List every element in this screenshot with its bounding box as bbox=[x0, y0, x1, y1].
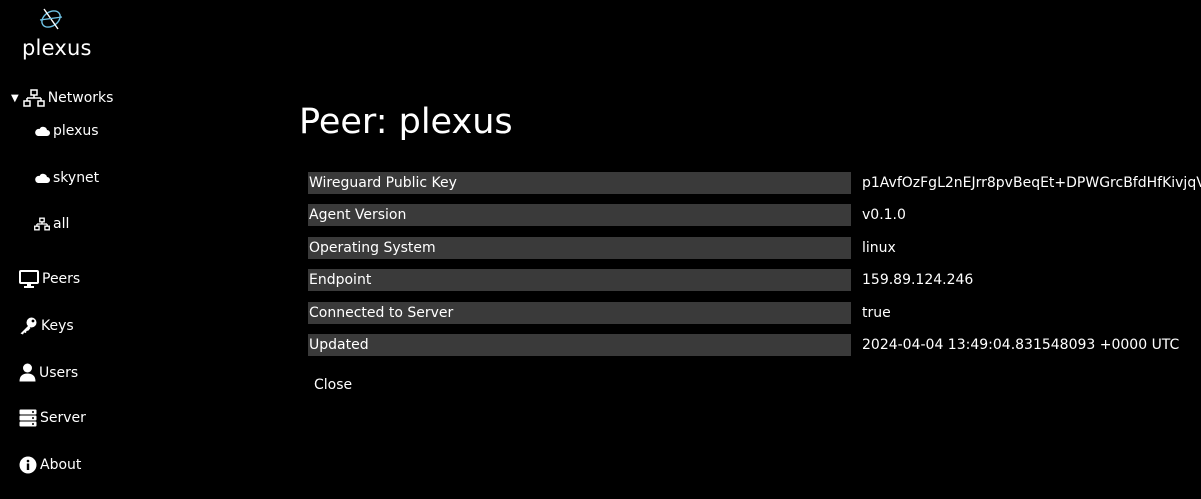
detail-label: Operating System bbox=[308, 237, 851, 259]
detail-label: Updated bbox=[308, 334, 851, 356]
sidebar-item-keys[interactable]: Keys bbox=[19, 316, 74, 335]
network-item-label: all bbox=[53, 216, 70, 232]
detail-label: Wireguard Public Key bbox=[308, 172, 851, 194]
page-title: Peer: plexus bbox=[299, 102, 513, 142]
network-item-skynet[interactable]: skynet bbox=[34, 170, 99, 186]
sidebar-item-server[interactable]: Server bbox=[19, 409, 86, 427]
network-item-plexus[interactable]: plexus bbox=[34, 123, 99, 139]
info-icon bbox=[19, 456, 37, 474]
sidebar-item-about[interactable]: About bbox=[19, 456, 81, 474]
network-icon bbox=[34, 217, 50, 231]
logo[interactable]: plexus bbox=[20, 4, 91, 60]
network-item-all[interactable]: all bbox=[34, 216, 69, 232]
detail-label: Agent Version bbox=[308, 204, 851, 226]
detail-value: 159.89.124.246 bbox=[862, 272, 974, 288]
detail-value: v0.1.0 bbox=[862, 207, 906, 223]
sidebar-item-label: Server bbox=[40, 410, 86, 426]
detail-value: p1AvfOzFgL2nEJrr8pvBeqEt+DPWGrcBfdHfKivj… bbox=[862, 175, 1201, 191]
close-button[interactable]: Close bbox=[308, 374, 358, 396]
network-item-label: plexus bbox=[53, 123, 99, 139]
server-icon bbox=[19, 409, 37, 427]
sidebar: plexus ▼ Networks plexus skynet all Peer… bbox=[0, 0, 150, 499]
sidebar-item-users[interactable]: Users bbox=[19, 363, 78, 382]
sidebar-item-networks-label: Networks bbox=[47, 90, 114, 106]
user-icon bbox=[19, 363, 36, 382]
detail-row: Connected to Server true bbox=[308, 302, 1201, 324]
monitor-icon bbox=[19, 270, 39, 288]
detail-row: Updated 2024-04-04 13:49:04.831548093 +0… bbox=[308, 334, 1201, 356]
sidebar-item-label: Users bbox=[39, 364, 79, 381]
detail-label: Connected to Server bbox=[308, 302, 851, 324]
key-icon bbox=[19, 316, 38, 335]
cloud-icon bbox=[34, 172, 50, 184]
detail-row: Agent Version v0.1.0 bbox=[308, 204, 1201, 226]
sidebar-item-label: Keys bbox=[41, 317, 74, 334]
detail-value: 2024-04-04 13:49:04.831548093 +0000 UTC bbox=[862, 337, 1180, 353]
app: plexus ▼ Networks plexus skynet all Peer… bbox=[0, 0, 1201, 499]
logo-text: plexus bbox=[22, 36, 92, 60]
sidebar-item-label: About bbox=[40, 457, 82, 473]
sidebar-item-networks[interactable]: ▼ Networks bbox=[11, 89, 113, 107]
sidebar-item-peers[interactable]: Peers bbox=[19, 270, 80, 288]
detail-value: linux bbox=[862, 240, 896, 256]
sidebar-item-label: Peers bbox=[42, 271, 81, 287]
detail-label: Endpoint bbox=[308, 269, 851, 291]
caret-down-icon: ▼ bbox=[11, 92, 19, 104]
cloud-icon bbox=[34, 125, 50, 137]
detail-row: Wireguard Public Key p1AvfOzFgL2nEJrr8pv… bbox=[308, 172, 1201, 194]
network-item-label: skynet bbox=[53, 170, 100, 186]
network-icon bbox=[22, 89, 45, 107]
detail-value: true bbox=[862, 305, 891, 321]
plexus-logo-icon bbox=[39, 8, 63, 30]
detail-row: Operating System linux bbox=[308, 237, 1201, 259]
detail-row: Endpoint 159.89.124.246 bbox=[308, 269, 1201, 291]
